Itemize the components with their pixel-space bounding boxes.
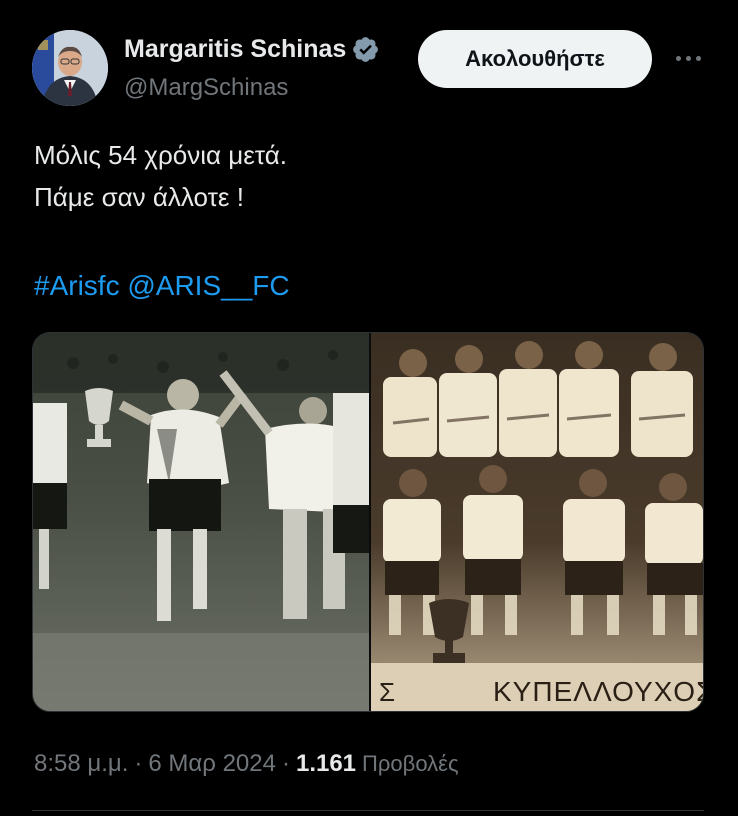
author-name-row[interactable]: Margaritis Schinas	[124, 32, 410, 66]
dot	[675, 55, 681, 61]
dot	[685, 55, 691, 61]
tweet-meta: 8:58 μ.μ. · 6 Μαρ 2024 · 1.161 Προβολές	[34, 750, 459, 778]
tweet-date[interactable]: 6 Μαρ 2024	[148, 750, 276, 778]
mention-link[interactable]: @ARIS__FC	[127, 270, 289, 301]
views-count: 1.161	[295, 750, 357, 777]
dot	[695, 55, 701, 61]
avatar[interactable]	[32, 30, 108, 106]
author-handle[interactable]: @MargSchinas	[124, 74, 288, 102]
more-options-icon[interactable]	[666, 42, 710, 74]
follow-button[interactable]: Ακολουθήστε	[418, 30, 652, 88]
tweet-text-line-2: Πάμε σαν άλλοτε !	[34, 182, 244, 212]
right-photo-caption-left: Σ	[379, 677, 395, 707]
separator-dot: ·	[281, 750, 290, 777]
tweet-media[interactable]: Σ ΚΥΠΕΛΛΟΥΧΟΣ 1	[32, 332, 704, 712]
media-collage: Σ ΚΥΠΕΛΛΟΥΧΟΣ 1	[33, 333, 704, 711]
tweet-text-line-1: Μόλις 54 χρόνια μετά.	[34, 140, 287, 170]
right-photo: Σ ΚΥΠΕΛΛΟΥΧΟΣ 1	[371, 333, 704, 711]
views-label: Προβολές	[362, 751, 459, 776]
tweet-time[interactable]: 8:58 μ.μ.	[34, 750, 128, 778]
author-display-name[interactable]: Margaritis Schinas	[124, 35, 346, 64]
left-photo	[33, 333, 369, 711]
profile-photo	[32, 30, 108, 106]
hashtag-link[interactable]: #Arisfc	[34, 270, 120, 301]
separator-dot: ·	[134, 750, 143, 777]
verified-badge-icon	[353, 36, 379, 62]
right-photo-caption: ΚΥΠΕΛΛΟΥΧΟΣ 1	[493, 676, 704, 707]
divider	[32, 810, 704, 811]
tweet-links: #Arisfc @ARIS__FC	[34, 270, 290, 302]
